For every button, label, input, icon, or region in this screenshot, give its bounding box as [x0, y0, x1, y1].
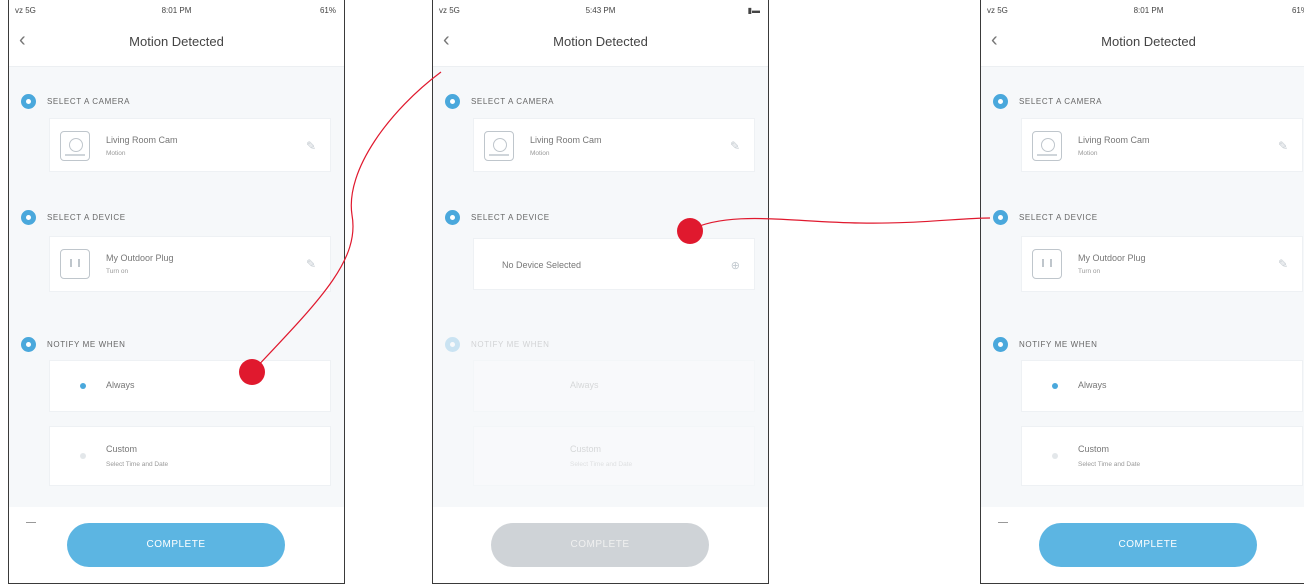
- step-dot-icon: [993, 210, 1008, 225]
- camera-name: Living Room Cam: [106, 135, 178, 145]
- option-label: Always: [106, 380, 135, 390]
- status-bar: vz 5G 8:01 PM 61%: [9, 0, 344, 22]
- edit-pencil-icon[interactable]: ✎: [1278, 139, 1288, 153]
- step-dot-icon: [21, 94, 36, 109]
- phone-screen-middle: vz 5G 5:43 PM ▮▬ ‹ Motion Detected SELEC…: [432, 0, 769, 584]
- status-bar: vz 5G 8:01 PM 61%: [981, 0, 1304, 22]
- section-label: NOTIFY ME WHEN: [1019, 340, 1098, 349]
- nav-bar: ‹ Motion Detected: [981, 22, 1304, 67]
- camera-name: Living Room Cam: [1078, 135, 1150, 145]
- section-label: SELECT A CAMERA: [47, 97, 131, 106]
- camera-trigger: Motion: [530, 150, 550, 157]
- option-custom[interactable]: Custom Select Time and Date: [1021, 426, 1303, 486]
- option-sub-label: Select Time and Date: [106, 461, 169, 468]
- section-label: SELECT A CAMERA: [471, 97, 555, 106]
- camera-icon: [484, 131, 514, 161]
- section-label: NOTIFY ME WHEN: [471, 340, 550, 349]
- radio-selected-icon[interactable]: [80, 383, 86, 389]
- dash-icon: [998, 522, 1008, 523]
- section-label: SELECT A DEVICE: [47, 213, 126, 222]
- device-action: Turn on: [106, 268, 129, 275]
- complete-button[interactable]: COMPLETE: [67, 523, 285, 567]
- battery-icon: ▮▬: [747, 6, 760, 15]
- edit-pencil-icon[interactable]: ✎: [1278, 257, 1288, 271]
- camera-trigger: Motion: [1078, 150, 1098, 157]
- option-sub-label: Select Time and Date: [1078, 461, 1141, 468]
- edit-pencil-icon[interactable]: ✎: [730, 139, 740, 153]
- device-card[interactable]: My Outdoor Plug Turn on ✎: [1021, 236, 1303, 292]
- battery-label: 61%: [319, 6, 336, 15]
- complete-button-disabled[interactable]: COMPLETE: [491, 523, 709, 567]
- device-card-empty[interactable]: No Device Selected ⊕: [473, 238, 755, 290]
- edit-pencil-icon[interactable]: ✎: [306, 257, 316, 271]
- option-always: Always: [473, 360, 755, 412]
- edit-pencil-icon[interactable]: ✎: [306, 139, 316, 153]
- page-title: Motion Detected: [129, 34, 224, 49]
- section-label: SELECT A DEVICE: [1019, 213, 1098, 222]
- radio-unselected-icon[interactable]: [80, 453, 86, 459]
- clock: 8:01 PM: [161, 6, 192, 15]
- nav-bar: ‹ Motion Detected: [433, 22, 768, 67]
- dash-icon: [26, 522, 36, 523]
- add-circle-icon[interactable]: ⊕: [731, 259, 740, 272]
- option-label: Always: [1078, 380, 1107, 390]
- status-bar: vz 5G 5:43 PM ▮▬: [433, 0, 768, 22]
- phone-screen-left: vz 5G 8:01 PM 61% ‹ Motion Detected SELE…: [8, 0, 345, 584]
- step-dot-icon: [445, 210, 460, 225]
- smart-plug-icon: [1032, 249, 1062, 279]
- device-name: My Outdoor Plug: [106, 253, 174, 263]
- camera-icon: [1032, 131, 1062, 161]
- smart-plug-icon: [60, 249, 90, 279]
- step-dot-icon: [445, 337, 460, 352]
- clock: 8:01 PM: [1133, 6, 1164, 15]
- step-dot-icon: [993, 337, 1008, 352]
- device-card[interactable]: My Outdoor Plug Turn on ✎: [49, 236, 331, 292]
- camera-card[interactable]: Living Room Cam Motion ✎: [1021, 118, 1303, 172]
- section-label: NOTIFY ME WHEN: [47, 340, 126, 349]
- option-sub-label: Select Time and Date: [570, 461, 633, 468]
- camera-card[interactable]: Living Room Cam Motion ✎: [473, 118, 755, 172]
- camera-name: Living Room Cam: [530, 135, 602, 145]
- nav-bar: ‹ Motion Detected: [9, 22, 344, 67]
- option-label: Custom: [570, 444, 602, 454]
- option-label: Always: [570, 380, 599, 390]
- page-title: Motion Detected: [1101, 34, 1196, 49]
- step-dot-icon: [993, 94, 1008, 109]
- camera-card[interactable]: Living Room Cam Motion ✎: [49, 118, 331, 172]
- radio-selected-icon[interactable]: [1052, 383, 1058, 389]
- radio-unselected-icon[interactable]: [1052, 453, 1058, 459]
- complete-button[interactable]: COMPLETE: [1039, 523, 1257, 567]
- phone-screen-right: vz 5G 8:01 PM 61% ‹ Motion Detected SELE…: [980, 0, 1304, 584]
- camera-trigger: Motion: [106, 150, 126, 157]
- device-action: Turn on: [1078, 268, 1101, 275]
- battery-label: 61%: [1291, 6, 1304, 15]
- option-always[interactable]: Always: [49, 360, 331, 412]
- option-label: Custom: [106, 444, 138, 454]
- no-device-label: No Device Selected: [502, 260, 582, 270]
- option-custom[interactable]: Custom Select Time and Date: [49, 426, 331, 486]
- section-label: SELECT A CAMERA: [1019, 97, 1103, 106]
- option-label: Custom: [1078, 444, 1110, 454]
- camera-icon: [60, 131, 90, 161]
- option-always[interactable]: Always: [1021, 360, 1303, 412]
- device-name: My Outdoor Plug: [1078, 253, 1146, 263]
- section-label: SELECT A DEVICE: [471, 213, 550, 222]
- page-title: Motion Detected: [553, 34, 648, 49]
- step-dot-icon: [445, 94, 460, 109]
- clock: 5:43 PM: [585, 6, 616, 15]
- step-dot-icon: [21, 337, 36, 352]
- option-custom: Custom Select Time and Date: [473, 426, 755, 486]
- step-dot-icon: [21, 210, 36, 225]
